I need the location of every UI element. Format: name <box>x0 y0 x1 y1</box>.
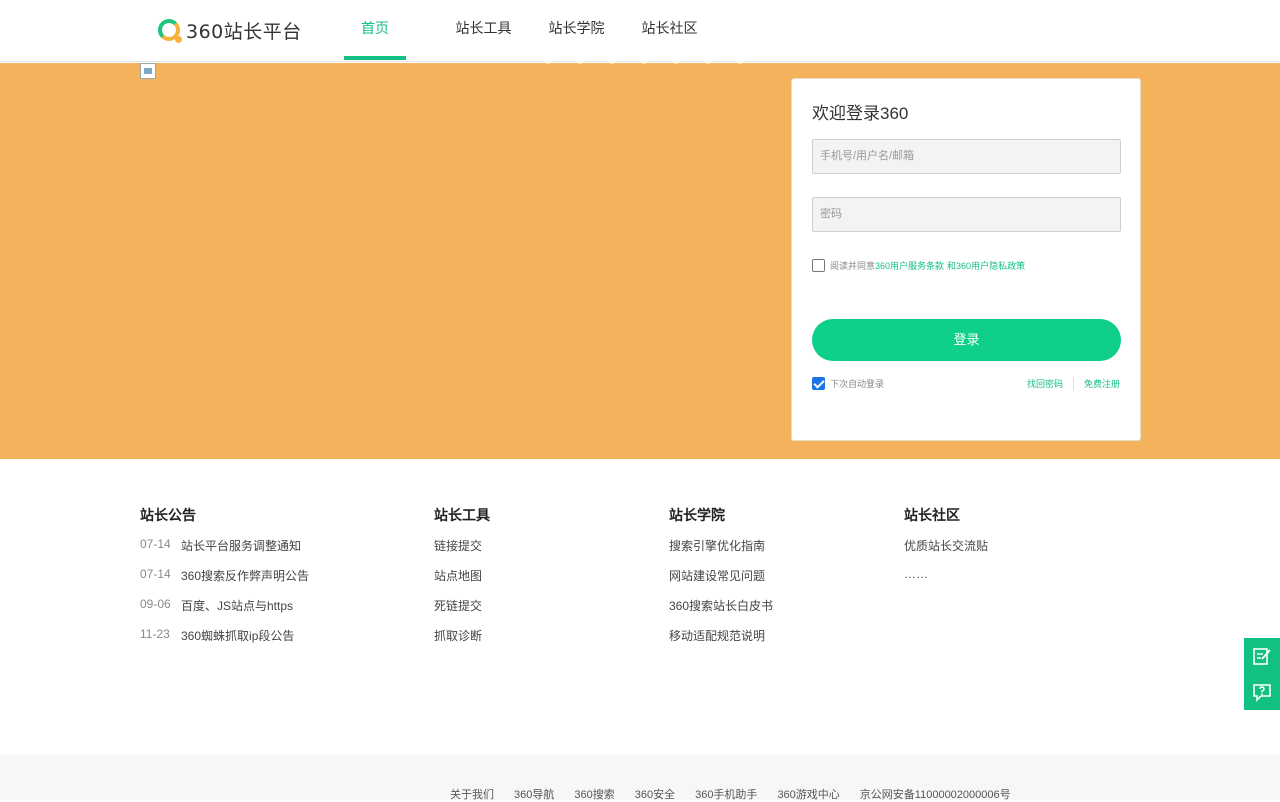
floating-toolbar <box>1244 638 1280 710</box>
announcement-date: 11-23 <box>140 627 170 641</box>
announcement-item[interactable]: 07-14 站长平台服务调整通知 <box>140 537 400 567</box>
forgot-password-link[interactable]: 找回密码 <box>1017 377 1073 391</box>
remember-checkbox[interactable] <box>812 377 825 390</box>
community-column: 站长社区 优质站长交流贴 …… <box>904 505 1104 597</box>
terms-checkbox[interactable] <box>812 259 825 272</box>
academy-title: 站长学院 <box>669 507 725 523</box>
login-button[interactable]: 登录 <box>812 319 1121 361</box>
terms-link[interactable]: 360用户服务条款 <box>875 259 944 272</box>
academy-column: 站长学院 搜索引擎优化指南 网站建设常见问题 360搜索站长白皮书 移动适配规范… <box>669 505 869 657</box>
tool-link[interactable]: 链接提交 <box>434 537 634 567</box>
announcements-column: 站长公告 07-14 站长平台服务调整通知 07-14 360搜索反作弊声明公告 0… <box>140 505 400 657</box>
site-header: 360站长平台 首页 站长工具 站长学院 站长社区 <box>0 0 1280 62</box>
register-link[interactable]: 免费注册 <box>1072 377 1120 391</box>
announcement-item[interactable]: 11-23 360蜘蛛抓取ip段公告 <box>140 627 400 657</box>
question-bubble-icon[interactable] <box>1244 674 1280 710</box>
login-aux-links: 找回密码 免费注册 <box>1017 377 1120 391</box>
academy-link[interactable]: 搜索引擎优化指南 <box>669 537 869 567</box>
announcement-date: 09-06 <box>140 597 171 611</box>
announcement-item[interactable]: 07-14 360搜索反作弊声明公告 <box>140 567 400 597</box>
announcement-item[interactable]: 09-06 百度、JS站点与https <box>140 597 400 627</box>
remember-label: 下次自动登录 <box>830 379 885 389</box>
carousel-dot[interactable] <box>704 56 712 64</box>
tools-title: 站长工具 <box>434 507 490 523</box>
login-title: 欢迎登录360 <box>812 104 909 123</box>
site-logo[interactable]: 360站长平台 <box>158 18 302 43</box>
announcement-text[interactable]: 360蜘蛛抓取ip段公告 <box>181 627 294 644</box>
terms-agreement: 阅读并同意 360用户服务条款 和360用户隐私政策 <box>812 259 1025 272</box>
carousel-dot[interactable] <box>736 56 744 64</box>
nav-item-home[interactable]: 首页 <box>344 0 406 62</box>
remember-me: 下次自动登录 <box>812 377 884 390</box>
privacy-link[interactable]: 和360用户隐私政策 <box>947 259 1025 272</box>
announcement-text[interactable]: 百度、JS站点与https <box>181 597 293 614</box>
terms-prefix: 阅读并同意 <box>830 261 876 271</box>
tool-link[interactable]: 抓取诊断 <box>434 627 634 657</box>
site-footer: 关于我们 360导航 360搜索 360安全 360手机助手 360游戏中心 京… <box>0 755 1280 801</box>
announcement-date: 07-14 <box>140 567 171 581</box>
announcement-text[interactable]: 站长平台服务调整通知 <box>181 537 301 554</box>
carousel-dot[interactable] <box>640 56 648 64</box>
tool-link[interactable]: 死链提交 <box>434 597 634 627</box>
edit-note-icon[interactable] <box>1244 638 1280 674</box>
tools-column: 站长工具 链接提交 站点地图 死链提交 抓取诊断 <box>434 505 634 657</box>
nav-item-academy[interactable]: 站长学院 <box>530 0 623 62</box>
carousel-dot[interactable] <box>576 56 584 64</box>
logo-mark-icon <box>158 19 182 43</box>
announcement-date: 07-14 <box>140 537 171 551</box>
community-more[interactable]: …… <box>904 567 1104 597</box>
main-nav: 首页 站长工具 站长学院 站长社区 <box>344 0 716 62</box>
carousel-dots <box>544 56 744 64</box>
carousel-dot[interactable] <box>608 56 616 64</box>
academy-link[interactable]: 360搜索站长白皮书 <box>669 597 869 627</box>
logo-text: 360站长平台 <box>186 20 302 43</box>
nav-item-community[interactable]: 站长社区 <box>623 0 716 62</box>
community-link[interactable]: 优质站长交流贴 <box>904 537 1104 567</box>
community-title: 站长社区 <box>904 507 960 523</box>
carousel-dot[interactable] <box>544 56 552 64</box>
password-input[interactable]: 密码 <box>812 197 1121 232</box>
nav-item-tools[interactable]: 站长工具 <box>437 0 530 62</box>
login-panel: 欢迎登录360 手机号/用户名/邮箱 密码 阅读并同意 360用户服务条款 和3… <box>791 78 1141 441</box>
announcements-title: 站长公告 <box>140 507 196 523</box>
banner-image-icon <box>140 63 156 79</box>
academy-link[interactable]: 网站建设常见问题 <box>669 567 869 597</box>
carousel-dot[interactable] <box>672 56 680 64</box>
tool-link[interactable]: 站点地图 <box>434 567 634 597</box>
username-input[interactable]: 手机号/用户名/邮箱 <box>812 139 1121 174</box>
announcement-text[interactable]: 360搜索反作弊声明公告 <box>181 567 309 584</box>
academy-link[interactable]: 移动适配规范说明 <box>669 627 869 657</box>
